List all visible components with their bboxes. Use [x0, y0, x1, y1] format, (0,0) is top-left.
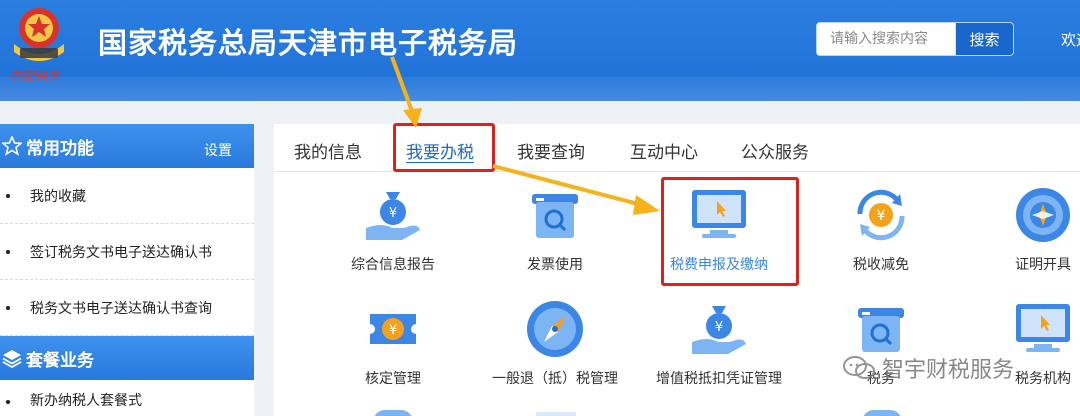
- service-tax-relief[interactable]: ¥ 税收减免: [806, 184, 956, 274]
- sidebar-list-package: 新办纳税人套餐式: [0, 380, 254, 410]
- watermark: 智宇财税服务: [842, 352, 1014, 384]
- emblem-signature: 中国税务: [8, 70, 61, 85]
- sidebar-item-query-confirmation[interactable]: 税务文书电子送达确认书查询: [0, 280, 254, 336]
- sidebar-item-favorites[interactable]: 我的收藏: [0, 168, 254, 224]
- sidebar: 常用功能 设置 我的收藏 签订税务文书电子送达确认书 税务文书电子送达确认书查询…: [0, 124, 254, 416]
- bullet-icon: [6, 193, 10, 198]
- invoice-search-icon: [532, 194, 578, 238]
- star-icon: [2, 136, 22, 156]
- svg-text:¥: ¥: [389, 323, 397, 338]
- invoice-search-icon: [858, 308, 904, 352]
- bullet-icon: [6, 305, 10, 310]
- service-label: 核定管理: [365, 371, 421, 387]
- money-bag-hand-icon: ¥: [366, 192, 420, 240]
- search-box: 搜索: [816, 22, 1014, 56]
- highlight-box-tab: [393, 123, 495, 172]
- sidebar-item-sign-confirmation[interactable]: 签订税务文书电子送达确认书: [0, 224, 254, 280]
- tax-emblem-icon: [14, 8, 64, 61]
- service-vat-deduction[interactable]: ¥ 增值税抵扣凭证管理: [644, 298, 794, 388]
- search-button[interactable]: 搜索: [955, 23, 1013, 55]
- tab-query[interactable]: 我要查询: [517, 138, 585, 163]
- bullet-icon: [6, 249, 10, 254]
- service-label: 综合信息报告: [351, 257, 435, 273]
- tab-public-service[interactable]: 公众服务: [741, 138, 809, 163]
- service-label: 发票使用: [527, 257, 583, 273]
- service-label: 一般退（抵）税管理: [492, 371, 618, 387]
- bullet-icon: [6, 400, 10, 404]
- service-certificate[interactable]: 证明开具: [968, 184, 1080, 274]
- search-input[interactable]: [817, 23, 955, 55]
- partial-icon: [536, 412, 576, 416]
- site-title: 国家税务总局天津市电子税务局: [98, 26, 519, 60]
- tab-my-info[interactable]: 我的信息: [294, 138, 362, 163]
- sidebar-section-title: 常用功能: [26, 138, 94, 159]
- money-bag-hand-icon: ¥: [692, 306, 746, 354]
- partial-icon: [373, 410, 413, 416]
- service-row-partial: [274, 410, 1080, 416]
- service-invoice-use[interactable]: 发票使用: [480, 184, 630, 274]
- sidebar-item-label: 签订税务文书电子送达确认书: [30, 244, 212, 261]
- highlight-box-service: [661, 177, 799, 286]
- sidebar-item-label: 我的收藏: [30, 188, 86, 205]
- tab-interaction[interactable]: 互动中心: [630, 138, 698, 163]
- globe-icon: [1016, 188, 1070, 242]
- welcome-text: 欢迎: [1061, 31, 1080, 49]
- sidebar-section-title: 套餐业务: [26, 350, 94, 371]
- partial-icon: [862, 410, 902, 416]
- service-label: 税收减免: [853, 257, 909, 273]
- monitor-cursor-icon: [1016, 304, 1070, 352]
- layers-icon: [2, 350, 22, 368]
- sidebar-item-new-taxpayer[interactable]: 新办纳税人套餐式: [0, 380, 254, 410]
- site-header: 中国税务 国家税务总局天津市电子税务局 搜索 欢迎: [0, 0, 1080, 101]
- watermark-text: 智宇财税服务: [882, 358, 1015, 383]
- service-assessment[interactable]: ¥ 核定管理: [318, 298, 468, 388]
- svg-text:¥: ¥: [877, 208, 886, 224]
- sidebar-item-label: 新办纳税人套餐式: [30, 393, 142, 409]
- service-comprehensive-report[interactable]: ¥ 综合信息报告: [318, 184, 468, 274]
- service-label: 证明开具: [1015, 257, 1071, 273]
- chat-bubbles-icon: [843, 356, 875, 379]
- settings-link[interactable]: 设置: [204, 140, 232, 160]
- yuan-cycle-icon: ¥: [857, 189, 905, 241]
- compass-icon: [527, 301, 583, 357]
- sidebar-list-common: 我的收藏 签订税务文书电子送达确认书 税务文书电子送达确认书查询: [0, 168, 254, 336]
- service-tax-refund[interactable]: 一般退（抵）税管理: [480, 298, 630, 388]
- svg-text:¥: ¥: [715, 320, 723, 335]
- sidebar-item-label: 税务文书电子送达确认书查询: [30, 300, 212, 317]
- svg-text:¥: ¥: [389, 206, 397, 221]
- sidebar-section-common: 常用功能 设置: [0, 124, 254, 168]
- sidebar-section-package: 套餐业务: [0, 336, 254, 380]
- service-label: 增值税抵扣凭证管理: [656, 371, 782, 387]
- yuan-ticket-icon: ¥: [370, 314, 416, 344]
